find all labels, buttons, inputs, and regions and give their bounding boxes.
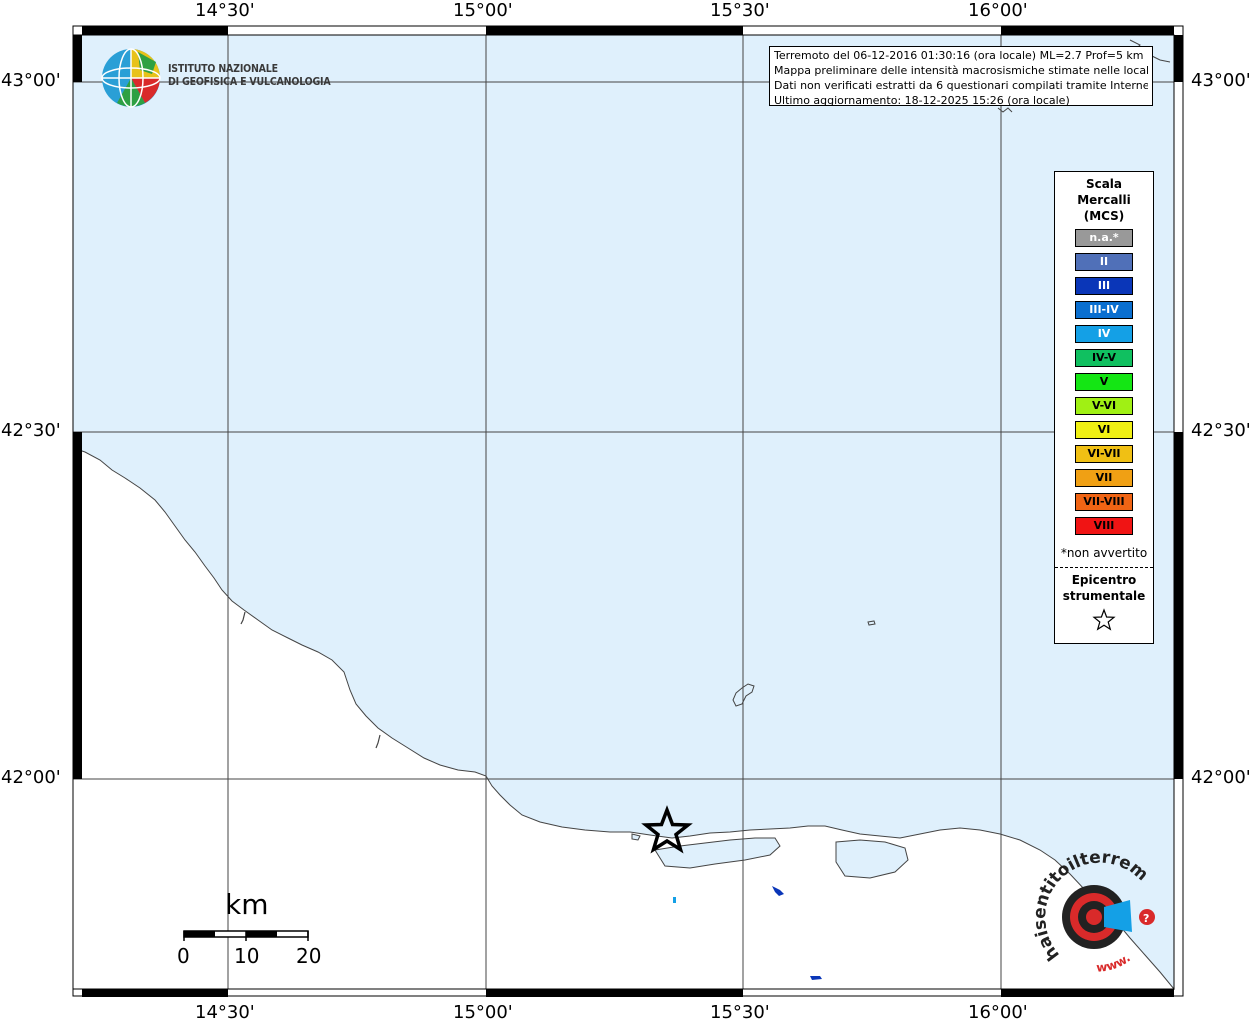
info-line-3: Dati non verificati estratti da 6 questi… (774, 79, 1148, 92)
tick-top-0: 14°30' (195, 0, 255, 21)
legend-item: III-IV (1075, 301, 1133, 319)
tick-bottom-0: 14°30' (195, 1002, 255, 1023)
legend-item: V-VI (1075, 397, 1133, 415)
tick-right-0: 43°00' (1191, 70, 1251, 91)
info-line-1: Terremoto del 06-12-2016 01:30:16 (ora l… (774, 49, 1144, 62)
legend-epicenter-label: Epicentro strumentale (1055, 572, 1153, 604)
ingv-logo-text: ISTITUTO NAZIONALE DI GEOFISICA E VULCAN… (168, 63, 331, 89)
legend-item: VIII (1075, 517, 1133, 535)
legend-item: VII-VIII (1075, 493, 1133, 511)
badge-question: ? (1143, 912, 1149, 925)
info-line-4: Ultimo aggiornamento: 18-12-2025 15:26 (… (774, 94, 1070, 107)
pianosa-island (867, 620, 876, 626)
scale-unit: km (225, 888, 269, 921)
legend-title-line1: Scala (1085, 177, 1123, 191)
legend-item: VII (1075, 469, 1133, 487)
legend-item: IV (1075, 325, 1133, 343)
event-info-box: Terremoto del 06-12-2016 01:30:16 (ora l… (769, 46, 1153, 107)
legend-item: IV-V (1075, 349, 1133, 367)
logo-line1: ISTITUTO NAZIONALE (168, 63, 278, 75)
tick-bottom-1: 15°00' (453, 1002, 513, 1023)
tick-top-1: 15°00' (453, 0, 513, 21)
tick-right-2: 42°00' (1191, 767, 1251, 788)
legend-divider (1055, 567, 1153, 568)
legend-title: Scala Mercalli (MCS) (1055, 176, 1153, 224)
info-line-2: Mappa preliminare delle intensità macros… (774, 64, 1148, 77)
legend-epicenter-line1: Epicentro (1071, 573, 1137, 587)
scale-label-10: 10 (234, 944, 260, 968)
mcs-legend: Scala Mercalli (MCS) n.a.* II III III-IV IV I… (1054, 171, 1154, 644)
legend-note: *non avvertito (1060, 546, 1148, 560)
legend-item: VI-VII (1075, 445, 1133, 463)
legend-item: V (1075, 373, 1133, 391)
legend-title-line3: (MCS) (1083, 209, 1125, 223)
inland-lake (673, 897, 676, 903)
legend-epicenter-line2: strumentale (1062, 589, 1146, 603)
tick-bottom-2: 15°30' (710, 1002, 770, 1023)
tick-left-1: 42°30' (1, 420, 61, 441)
tick-top-2: 15°30' (710, 0, 770, 21)
tick-left-0: 43°00' (1, 70, 61, 91)
scale-label-20: 20 (296, 944, 322, 968)
ingv-globe-logo (101, 48, 161, 108)
legend-item: VI (1075, 421, 1133, 439)
star-icon (1092, 608, 1116, 631)
legend-item: n.a.* (1075, 229, 1133, 247)
tick-top-3: 16°00' (968, 0, 1028, 21)
tick-right-1: 42°30' (1191, 420, 1251, 441)
tick-bottom-3: 16°00' (968, 1002, 1028, 1023)
legend-item: III (1075, 277, 1133, 295)
legend-title-line2: Mercalli (1077, 193, 1131, 207)
tick-left-2: 42°00' (1, 767, 61, 788)
logo-line2: DI GEOFISICA E VULCANOLOGIA (168, 76, 331, 88)
scale-label-0: 0 (177, 944, 190, 968)
legend-item: II (1075, 253, 1133, 271)
